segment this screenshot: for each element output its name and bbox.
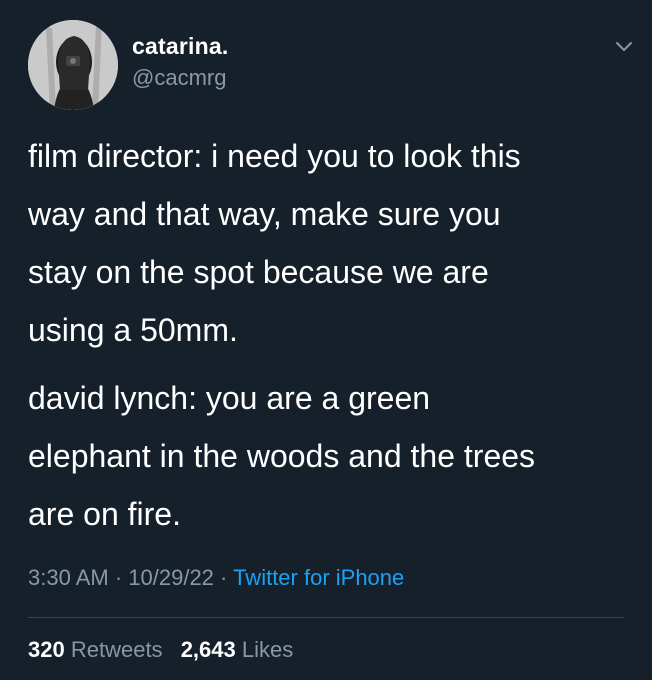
likes-count: 2,643 bbox=[180, 637, 236, 662]
retweets-stat[interactable]: 320 Retweets bbox=[28, 634, 163, 666]
user-handle[interactable]: @cacmrg bbox=[132, 63, 228, 93]
avatar-image bbox=[28, 20, 118, 110]
tweet-meta: 3:30 AM · 10/29/22 · Twitter for iPhone bbox=[28, 562, 404, 594]
tweet-paragraph: film director: i need you to look this w… bbox=[28, 138, 521, 348]
tweet-date[interactable]: 10/29/22 bbox=[128, 565, 214, 590]
tweet-stats: 320 Retweets 2,643 Likes bbox=[28, 634, 305, 666]
divider bbox=[28, 617, 624, 618]
likes-stat[interactable]: 2,643 Likes bbox=[181, 634, 294, 666]
likes-label: Likes bbox=[241, 637, 294, 662]
tweet-card: catarina. @cacmrg film director: i need … bbox=[0, 0, 652, 680]
meta-separator: · bbox=[213, 565, 234, 590]
avatar[interactable] bbox=[28, 20, 118, 110]
meta-separator: · bbox=[108, 565, 129, 590]
retweets-count: 320 bbox=[28, 637, 65, 662]
user-names: catarina. @cacmrg bbox=[132, 31, 228, 93]
tweet-paragraph: david lynch: you are a green elephant in… bbox=[28, 380, 536, 532]
tweet-header: catarina. @cacmrg bbox=[28, 20, 632, 110]
display-name[interactable]: catarina. bbox=[132, 31, 228, 61]
tweet-time[interactable]: 3:30 AM bbox=[28, 565, 109, 590]
tweet-source-link[interactable]: Twitter for iPhone bbox=[233, 565, 404, 590]
retweets-label: Retweets bbox=[70, 637, 163, 662]
chevron-down-icon[interactable] bbox=[612, 34, 636, 58]
tweet-text: film director: i need you to look this w… bbox=[28, 127, 628, 543]
